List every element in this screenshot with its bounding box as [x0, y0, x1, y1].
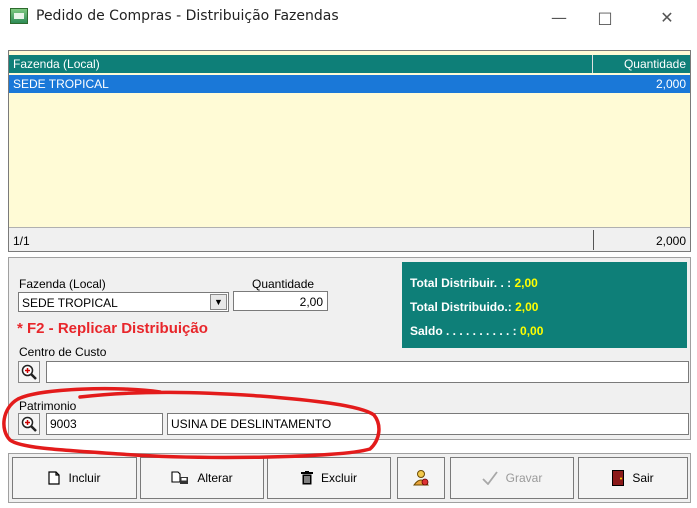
total-distribuido-value: 2,00 [515, 300, 539, 314]
sair-button[interactable]: Sair [578, 457, 688, 499]
patrimonio-code-input[interactable]: 9003 [46, 413, 163, 435]
patrimonio-label: Patrimonio [19, 399, 77, 413]
title-bar: Pedido de Compras - Distribuição Fazenda… [0, 0, 697, 36]
search-icon [21, 364, 37, 380]
totals-box: Total Distribuir. . : 2,00 Total Distrib… [402, 262, 687, 348]
close-button[interactable]: ✕ [644, 4, 690, 30]
grid-header: Fazenda (Local) Quantidade [9, 55, 690, 73]
cell-quantidade: 2,000 [655, 77, 686, 91]
patrimonio-description-field: USINA DE DESLINTAMENTO [167, 413, 689, 435]
replicar-hint: * F2 - Replicar Distribuição [17, 320, 208, 337]
app-icon [10, 8, 28, 24]
quantidade-input[interactable]: 2,00 [233, 291, 328, 311]
footer-total: 2,000 [655, 234, 686, 248]
exit-door-icon [612, 470, 625, 486]
users-button[interactable] [397, 457, 445, 499]
quantidade-label: Quantidade [252, 277, 315, 291]
column-header-quantidade[interactable]: Quantidade [624, 57, 686, 71]
minimize-button[interactable]: — [536, 4, 582, 30]
saldo-value: 0,00 [520, 324, 544, 338]
checkmark-icon [482, 471, 498, 485]
fazenda-select[interactable]: SEDE TROPICAL ▼ [18, 292, 229, 312]
incluir-button[interactable]: Incluir [12, 457, 137, 499]
users-icon [413, 470, 429, 486]
cell-fazenda: SEDE TROPICAL [13, 77, 109, 91]
record-position: 1/1 [13, 234, 30, 248]
excluir-button[interactable]: Excluir [267, 457, 391, 499]
centro-custo-search-button[interactable] [18, 361, 40, 383]
column-header-fazenda[interactable]: Fazenda (Local) [13, 57, 100, 71]
trash-icon [300, 471, 313, 485]
edit-panel: Fazenda (Local) Quantidade SEDE TROPICAL… [8, 257, 691, 440]
total-distribuir-value: 2,00 [514, 276, 538, 290]
distribution-grid[interactable]: Fazenda (Local) Quantidade SEDE TROPICAL… [8, 50, 691, 252]
alterar-button[interactable]: Alterar [140, 457, 264, 499]
edit-document-icon [171, 471, 189, 484]
action-bar: Incluir Alterar Excluir Gravar Sair [8, 453, 691, 503]
table-row[interactable]: SEDE TROPICAL 2,000 [9, 75, 690, 93]
maximize-button[interactable]: □ [582, 4, 628, 30]
fazenda-label: Fazenda (Local) [19, 277, 106, 291]
total-distribuir-label: Total Distribuir. . : [410, 276, 512, 290]
window-title: Pedido de Compras - Distribuição Fazenda… [36, 8, 339, 24]
chevron-down-icon[interactable]: ▼ [210, 294, 227, 310]
total-distribuido-label: Total Distribuido.: [410, 300, 512, 314]
gravar-button[interactable]: Gravar [450, 457, 574, 499]
new-document-icon [48, 471, 61, 485]
centro-custo-input[interactable] [46, 361, 689, 383]
grid-footer: 1/1 2,000 [9, 227, 690, 251]
patrimonio-search-button[interactable] [18, 413, 40, 435]
centro-custo-label: Centro de Custo [19, 345, 107, 359]
saldo-label: Saldo . . . . . . . . . . : [410, 324, 517, 338]
search-icon [21, 416, 37, 432]
